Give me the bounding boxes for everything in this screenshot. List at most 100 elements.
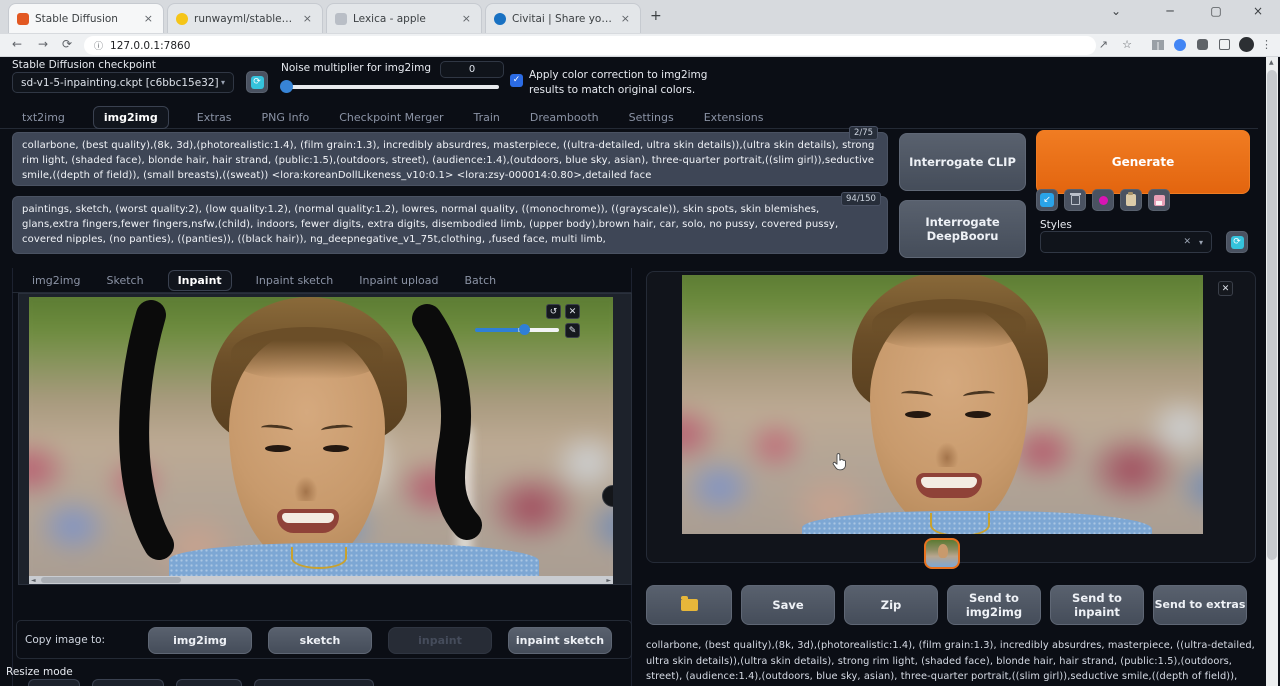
lexica-favicon (335, 13, 347, 25)
page-scrollbar[interactable]: ▲ (1266, 57, 1278, 686)
generate-button[interactable]: Generate (1036, 130, 1250, 194)
apply-style-button[interactable] (1120, 189, 1142, 211)
refresh-styles-button[interactable]: ⟳ (1226, 231, 1248, 253)
output-image[interactable] (682, 275, 1203, 534)
resize-mode-option[interactable] (254, 679, 374, 686)
browser-tab-runwayml[interactable]: runwayml/stable-diffusion-inpa... × (167, 3, 323, 33)
interrogate-deepbooru-button[interactable]: Interrogate DeepBooru (899, 200, 1026, 258)
extensions-puzzle-icon[interactable] (1197, 39, 1208, 50)
scrollbar-thumb[interactable] (41, 577, 181, 583)
tab-search-icon[interactable]: ⌄ (1102, 4, 1130, 18)
tab-batch[interactable]: Batch (463, 270, 499, 291)
window-maximize-button[interactable]: ▢ (1202, 4, 1230, 18)
tab-extras[interactable]: Extras (195, 107, 234, 128)
tab-txt2img[interactable]: txt2img (20, 107, 67, 128)
subject-necklace (930, 513, 990, 534)
forward-icon[interactable]: → (38, 37, 48, 51)
tab-close-icon[interactable]: × (301, 12, 314, 25)
styles-dropdown[interactable]: ✕ ▾ (1040, 231, 1212, 253)
close-gallery-icon[interactable]: ✕ (1218, 281, 1233, 296)
tab-inpaint-upload[interactable]: Inpaint upload (357, 270, 440, 291)
tab-png-info[interactable]: PNG Info (260, 107, 312, 128)
extra-networks-button[interactable] (1092, 189, 1114, 211)
gallery-thumbnail-selected[interactable] (924, 538, 960, 569)
save-button[interactable]: Save (741, 585, 835, 625)
send-to-extras-button[interactable]: Send to extras (1153, 585, 1247, 625)
share-icon[interactable]: ↗ (1099, 38, 1108, 51)
tab-img2img-mode[interactable]: img2img (30, 270, 83, 291)
copy-to-inpaint-sketch-button[interactable]: inpaint sketch (508, 627, 612, 654)
address-bar[interactable]: ⓘ 127.0.0.1:7860 (84, 36, 1096, 55)
noise-multiplier-slider[interactable] (281, 85, 499, 89)
color-correction-checkbox[interactable]: ✓ (510, 74, 523, 87)
sidebar-icon[interactable] (1219, 39, 1230, 50)
subject-eye (905, 411, 931, 418)
prompt-textarea[interactable]: collarbone, (best quality),(8k, 3d),(pho… (12, 132, 888, 186)
extension-blue-icon[interactable] (1174, 39, 1186, 51)
bookmark-star-icon[interactable]: ☆ (1122, 38, 1132, 51)
copy-to-sketch-button[interactable]: sketch (268, 627, 372, 654)
slider-thumb[interactable] (519, 324, 530, 335)
paste-parameters-button[interactable]: ↙ (1036, 189, 1058, 211)
subject-teeth (921, 477, 977, 488)
copy-to-img2img-button[interactable]: img2img (148, 627, 252, 654)
window-close-button[interactable]: × (1244, 4, 1272, 18)
tab-sketch[interactable]: Sketch (105, 270, 146, 291)
browser-tab-civitai[interactable]: Civitai | Share your models × (485, 3, 641, 33)
tab-inpaint[interactable]: Inpaint (168, 270, 232, 291)
main-tab-bar: txt2img img2img Extras PNG Info Checkpoi… (0, 106, 1258, 129)
brush-size-slider[interactable] (475, 328, 559, 332)
profile-avatar[interactable] (1239, 37, 1254, 52)
clear-styles-icon[interactable]: ✕ (1183, 237, 1191, 247)
interrogate-clip-button[interactable]: Interrogate CLIP (899, 133, 1026, 191)
scrollbar-thumb[interactable] (1267, 70, 1277, 560)
undo-brush-icon[interactable]: ↺ (546, 304, 561, 319)
browser-tab-stable-diffusion[interactable]: Stable Diffusion × (8, 3, 164, 33)
scroll-right-icon[interactable]: ► (606, 577, 611, 585)
copy-to-inpaint-button: inpaint (388, 627, 492, 654)
subject-nose (934, 421, 960, 467)
mouse-cursor (831, 452, 848, 472)
inpaint-canvas-image[interactable] (29, 297, 613, 578)
tab-settings[interactable]: Settings (627, 107, 676, 128)
subject-smile (916, 473, 982, 498)
new-tab-button[interactable]: + (650, 8, 662, 24)
resize-mode-option[interactable] (28, 679, 80, 686)
folder-icon (681, 599, 698, 611)
brush-icon[interactable]: ✎ (565, 323, 580, 338)
scroll-up-icon[interactable]: ▲ (1269, 59, 1274, 66)
zip-button[interactable]: Zip (844, 585, 938, 625)
window-minimize-button[interactable]: ─ (1156, 4, 1184, 18)
slider-thumb[interactable] (280, 80, 293, 93)
refresh-checkpoint-button[interactable]: ⟳ (246, 71, 268, 93)
browser-tab-lexica[interactable]: Lexica - apple × (326, 3, 482, 33)
tab-extensions[interactable]: Extensions (702, 107, 766, 128)
tab-checkpoint-merger[interactable]: Checkpoint Merger (337, 107, 445, 128)
tab-close-icon[interactable]: × (619, 12, 632, 25)
extension-grid-icon[interactable] (1152, 40, 1164, 50)
save-style-button[interactable] (1148, 189, 1170, 211)
scroll-left-icon[interactable]: ◄ (31, 577, 36, 585)
negative-prompt-textarea[interactable]: paintings, sketch, (worst quality:2), (l… (12, 196, 888, 254)
paste-arrow-icon: ↙ (1040, 193, 1054, 207)
checkpoint-dropdown[interactable]: sd-v1-5-inpainting.ckpt [c6bbc15e32] ▾ (12, 72, 234, 93)
reload-icon[interactable]: ⟳ (62, 37, 72, 51)
back-icon[interactable]: ← (12, 37, 22, 51)
tab-img2img[interactable]: img2img (93, 106, 169, 129)
send-to-inpaint-button[interactable]: Send to inpaint (1050, 585, 1144, 625)
canvas-horizontal-scrollbar[interactable]: ◄ ► (29, 576, 613, 584)
tab-train[interactable]: Train (472, 107, 502, 128)
tab-inpaint-sketch[interactable]: Inpaint sketch (254, 270, 336, 291)
tab-close-icon[interactable]: × (142, 12, 155, 25)
tab-dreambooth[interactable]: Dreambooth (528, 107, 601, 128)
open-folder-button[interactable] (646, 585, 732, 625)
send-to-img2img-button[interactable]: Send to img2img (947, 585, 1041, 625)
browser-menu-icon[interactable]: ⋮ (1261, 38, 1272, 51)
tab-close-icon[interactable]: × (460, 12, 473, 25)
resize-mode-option[interactable] (176, 679, 242, 686)
clear-prompt-button[interactable] (1064, 189, 1086, 211)
noise-multiplier-value[interactable]: 0 (440, 61, 504, 78)
site-info-icon[interactable]: ⓘ (94, 39, 103, 52)
resize-mode-option[interactable] (92, 679, 164, 686)
clear-image-icon[interactable]: ✕ (565, 304, 580, 319)
